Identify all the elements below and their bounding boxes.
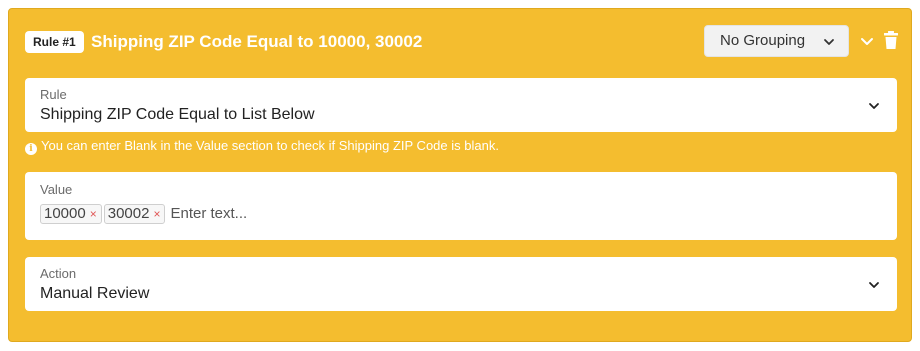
- value-tag: 10000 ×: [40, 204, 102, 224]
- rule-header: Rule #1 Shipping ZIP Code Equal to 10000…: [9, 9, 911, 75]
- grouping-dropdown-label: No Grouping: [720, 32, 806, 49]
- tag-text: 30002: [107, 205, 150, 222]
- chevron-down-icon: [869, 282, 879, 288]
- blank-value-hint: i You can enter Blank in the Value sectio…: [25, 137, 499, 155]
- rule-number-badge: Rule #1: [25, 31, 84, 53]
- chevron-down-icon: [824, 39, 834, 45]
- action-field-label: Action: [40, 266, 77, 281]
- rule-field-label: Rule: [40, 87, 67, 102]
- trash-icon[interactable]: [883, 30, 899, 50]
- rule-card: Rule #1 Shipping ZIP Code Equal to 10000…: [8, 8, 912, 342]
- hint-text: You can enter Blank in the Value section…: [41, 138, 499, 153]
- tag-text: 10000: [44, 205, 86, 222]
- action-select[interactable]: Action Manual Review: [25, 257, 897, 311]
- info-icon: i: [25, 143, 37, 155]
- value-field-label: Value: [40, 182, 73, 197]
- rule-field-value: Shipping ZIP Code Equal to List Below: [40, 106, 315, 123]
- collapse-chevron-icon[interactable]: [858, 32, 876, 50]
- action-field-value: Manual Review: [40, 285, 150, 302]
- rule-select[interactable]: Rule Shipping ZIP Code Equal to List Bel…: [25, 78, 897, 132]
- value-tag: 30002 ×: [103, 204, 166, 224]
- value-tag-input[interactable]: Value 10000 × 30002 ×: [25, 172, 897, 240]
- value-tags: 10000 × 30002 ×: [40, 204, 371, 226]
- grouping-dropdown[interactable]: No Grouping: [704, 25, 849, 57]
- value-text-input[interactable]: [167, 204, 371, 224]
- rule-title: Shipping ZIP Code Equal to 10000, 30002: [91, 32, 423, 51]
- remove-tag-icon[interactable]: ×: [90, 207, 97, 221]
- remove-tag-icon[interactable]: ×: [153, 207, 160, 221]
- chevron-down-icon: [869, 103, 879, 109]
